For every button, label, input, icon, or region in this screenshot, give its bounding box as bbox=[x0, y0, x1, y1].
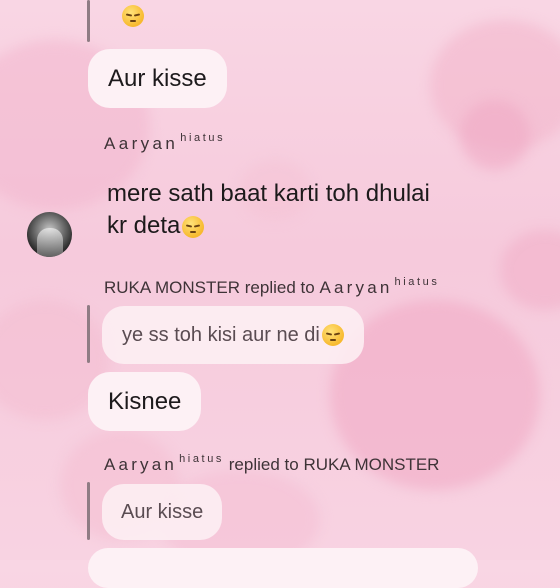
reply-indicator-line bbox=[87, 0, 90, 42]
sender-name-text: Aaryan bbox=[104, 134, 179, 153]
message-bubble[interactable] bbox=[100, 0, 520, 30]
message-line-2: kr deta bbox=[107, 210, 430, 242]
pensive-face-emoji-icon bbox=[321, 324, 344, 346]
message-bubble[interactable]: Kisnee bbox=[88, 372, 202, 431]
quoted-message-bubble[interactable]: ye ss toh kisi aur ne di bbox=[102, 306, 364, 364]
pensive-face-emoji-icon bbox=[182, 215, 205, 238]
reply-from-name: Aaryan bbox=[104, 455, 178, 474]
quoted-text: ye ss toh kisi aur ne di bbox=[122, 323, 320, 346]
reply-header: Aaryan hiatus replied to RUKA MONSTER bbox=[104, 453, 439, 475]
reply-to-name: Aaryan bbox=[319, 278, 393, 297]
message-text: Aur kisse bbox=[108, 64, 207, 92]
reply-indicator-line bbox=[87, 482, 90, 540]
reply-verb: replied to bbox=[228, 455, 299, 474]
reply-verb: replied to bbox=[244, 278, 315, 297]
reply-from: RUKA MONSTER bbox=[104, 278, 241, 297]
reply-from-tag: hiatus bbox=[179, 453, 225, 465]
reply-header: RUKA MONSTER replied to Aaryan hiatus bbox=[104, 276, 439, 298]
message-bubble[interactable]: Aur kisse bbox=[88, 49, 227, 108]
message-line: mere sath baat karti toh dhulai bbox=[107, 180, 430, 207]
avatar[interactable] bbox=[27, 212, 72, 257]
bg-blob bbox=[500, 230, 560, 310]
sender-name: Aaryan hiatus bbox=[104, 132, 225, 154]
message-bubble[interactable] bbox=[88, 548, 478, 588]
sender-tag: hiatus bbox=[180, 132, 226, 144]
message-text-block[interactable]: mere sath baat karti toh dhulai kr deta bbox=[107, 178, 430, 242]
message-line-text: kr deta bbox=[107, 212, 181, 239]
message-text: Kisnee bbox=[108, 387, 182, 415]
reply-to-tag: hiatus bbox=[394, 276, 440, 288]
reply-to: RUKA MONSTER bbox=[303, 455, 440, 474]
reply-indicator-line bbox=[87, 305, 90, 363]
bg-blob bbox=[460, 100, 530, 170]
quoted-message-bubble[interactable]: Aur kisse bbox=[102, 484, 223, 540]
quoted-text: Aur kisse bbox=[121, 500, 204, 523]
pensive-face-emoji-icon bbox=[122, 5, 144, 27]
